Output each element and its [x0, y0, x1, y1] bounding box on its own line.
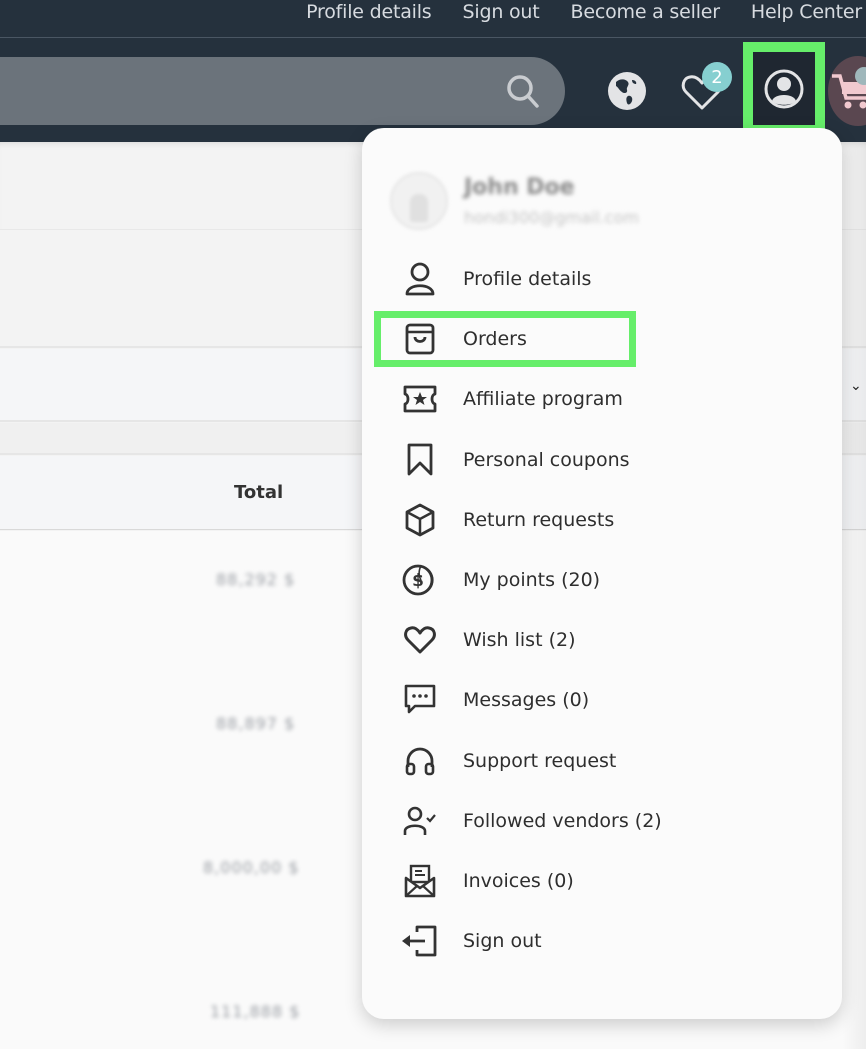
wishlist-badge: 2 — [702, 62, 732, 92]
menu-item-affiliate-program[interactable]: Affiliate program — [362, 369, 842, 429]
user-email: hondi300@gmail.com — [464, 208, 639, 227]
top-link-sign-out[interactable]: Sign out — [463, 0, 540, 24]
top-links: Profile details Sign out Become a seller… — [306, 0, 862, 24]
table-cell-total: 88,897 $ — [216, 714, 296, 733]
top-link-profile-details[interactable]: Profile details — [306, 0, 432, 24]
invoice-envelope-icon — [404, 864, 436, 898]
search-input[interactable] — [0, 57, 565, 125]
shopping-bag-icon — [405, 323, 435, 355]
column-header-total: Total — [234, 482, 284, 503]
top-link-help-center[interactable]: Help Center — [751, 0, 862, 24]
cart-icon — [832, 67, 866, 109]
avatar — [390, 172, 448, 230]
headphones-icon — [405, 747, 435, 775]
menu-item-label: Profile details — [463, 268, 592, 291]
menu-item-label: Messages (0) — [463, 689, 590, 712]
table-cell-total: 8,000,00 $ — [203, 858, 300, 877]
menu-item-label: Sign out — [463, 930, 542, 953]
account-button[interactable] — [743, 42, 825, 135]
menu-item-followed-vendors[interactable]: Followed vendors (2) — [362, 791, 842, 851]
top-link-become-seller[interactable]: Become a seller — [571, 0, 721, 24]
search-icon[interactable] — [505, 73, 541, 109]
menu-item-orders[interactable]: Orders — [362, 309, 842, 369]
main-header: 2 — [0, 38, 866, 142]
menu-item-label: Followed vendors (2) — [463, 809, 662, 832]
sign-out-icon — [402, 925, 437, 957]
menu-item-sign-out[interactable]: Sign out — [362, 911, 842, 971]
menu-item-label: Wish list (2) — [463, 629, 576, 652]
user-icon — [405, 262, 435, 296]
user-circle-icon — [764, 69, 804, 108]
cart-button[interactable] — [828, 56, 866, 126]
user-check-icon — [403, 806, 436, 835]
menu-item-support-request[interactable]: Support request — [362, 731, 842, 791]
language-button[interactable] — [605, 69, 649, 113]
globe-icon — [608, 72, 646, 110]
menu-item-invoices[interactable]: Invoices (0) — [362, 851, 842, 911]
menu-item-my-points[interactable]: $ My points (20) — [362, 550, 842, 610]
menu-item-personal-coupons[interactable]: Personal coupons — [362, 430, 842, 490]
menu-item-label: Affiliate program — [463, 388, 623, 411]
bookmark-icon — [407, 443, 433, 476]
menu-item-profile-details[interactable]: Profile details — [362, 249, 842, 309]
user-name: John Doe — [464, 175, 575, 200]
box-icon — [405, 503, 435, 537]
table-cell-total: 88,292 $ — [216, 570, 296, 589]
scroll-shadow — [842, 142, 866, 1049]
top-bar: Profile details Sign out Become a seller… — [0, 0, 866, 38]
menu-item-label: Personal coupons — [463, 448, 630, 471]
account-summary: John Doe hondi300@gmail.com — [390, 172, 639, 230]
menu-item-wish-list[interactable]: Wish list (2) — [362, 610, 842, 670]
menu-item-label: Invoices (0) — [463, 869, 574, 892]
menu-item-return-requests[interactable]: Return requests — [362, 490, 842, 550]
menu-item-label: Support request — [463, 749, 617, 772]
coins-icon: $ — [402, 564, 434, 596]
svg-text:$: $ — [412, 571, 424, 591]
message-icon — [404, 685, 436, 714]
menu-item-label: Return requests — [463, 508, 615, 531]
account-menu-list: Profile details Orders Affiliate program… — [362, 249, 842, 971]
ticket-star-icon — [403, 386, 437, 413]
table-cell-total: 111,888 $ — [210, 1002, 301, 1021]
menu-item-messages[interactable]: Messages (0) — [362, 670, 842, 730]
heart-icon — [404, 626, 436, 654]
menu-item-label: Orders — [463, 328, 527, 351]
menu-item-label: My points (20) — [463, 569, 601, 592]
account-dropdown-menu: John Doe hondi300@gmail.com Profile deta… — [362, 128, 842, 1019]
